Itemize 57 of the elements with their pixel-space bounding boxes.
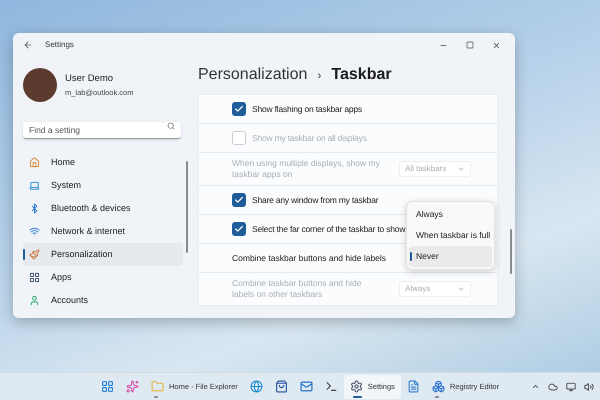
check-icon: [234, 195, 244, 205]
breadcrumb-parent[interactable]: Personalization: [198, 62, 308, 86]
checkbox-label: Select the far corner of the taskbar to show: [252, 222, 406, 236]
checkbox-label: Show my taskbar on all displays: [252, 132, 367, 144]
speaker-icon[interactable]: [584, 382, 594, 392]
check-icon: [234, 224, 244, 234]
wifi-icon: [29, 226, 40, 237]
cubes-icon: [432, 380, 445, 393]
mail-icon: [300, 380, 313, 393]
search-field[interactable]: Find a setting: [23, 122, 181, 139]
folder-icon: [151, 380, 164, 393]
setting-label: When using multiple displays, show my taskbar apps on: [232, 158, 381, 180]
paintbrush-icon: [29, 249, 40, 260]
checkbox[interactable]: [232, 102, 246, 116]
menu-option[interactable]: When taskbar is full: [409, 225, 492, 246]
chevron-up-icon[interactable]: [531, 382, 540, 391]
cloud-icon[interactable]: [548, 382, 558, 392]
home-icon: [29, 157, 40, 168]
apps-grid-icon: [29, 272, 40, 283]
notepad-icon: [406, 380, 420, 393]
monitor-icon[interactable]: [566, 382, 576, 392]
globe-icon: [250, 380, 263, 393]
back-arrow-icon[interactable]: [23, 40, 33, 50]
sidebar-item[interactable]: Apps: [23, 266, 183, 289]
sidebar-item[interactable]: Accounts: [23, 289, 183, 312]
laptop-icon: [29, 180, 40, 191]
sidebar-item[interactable]: Home: [23, 151, 183, 174]
shopping-bag-icon: [274, 380, 288, 393]
person-icon: [29, 295, 40, 306]
check-icon: [234, 104, 244, 114]
close-icon[interactable]: [492, 40, 501, 50]
page-title: Taskbar: [331, 64, 392, 84]
sidebar-item[interactable]: System: [23, 174, 183, 197]
setting-label: Combine taskbar buttons and hide labels: [232, 252, 386, 264]
maximize-icon[interactable]: [466, 41, 474, 49]
checkbox[interactable]: [232, 222, 246, 236]
setting-label: Combine taskbar buttons and hide labels on other taskbars: [232, 278, 362, 300]
search-icon: [167, 122, 175, 130]
menu-option[interactable]: Always: [409, 204, 492, 225]
start-icon: [101, 380, 114, 393]
sidebar-item[interactable]: Bluetooth & devices: [23, 197, 183, 220]
sidebar-item[interactable]: Personalization: [23, 243, 183, 266]
breadcrumb-separator: ›: [317, 66, 322, 84]
gear-icon: [350, 380, 363, 393]
avatar: [23, 68, 57, 102]
user-name: User Demo: [65, 72, 114, 86]
sparkle-icon: [126, 380, 139, 393]
checkbox-label: Show flashing on taskbar apps: [252, 102, 362, 116]
bluetooth-icon: [29, 203, 40, 214]
window-title: Settings: [45, 39, 74, 51]
menu-option[interactable]: Never: [409, 246, 492, 267]
chevron-down-icon: [457, 285, 465, 293]
chevron-down-icon: [457, 165, 465, 173]
terminal-icon: [324, 380, 338, 393]
sidebar-item[interactable]: Network & internet: [23, 220, 183, 243]
checkbox[interactable]: [232, 193, 246, 207]
checkbox-label: Share any window from my taskbar: [252, 194, 378, 206]
